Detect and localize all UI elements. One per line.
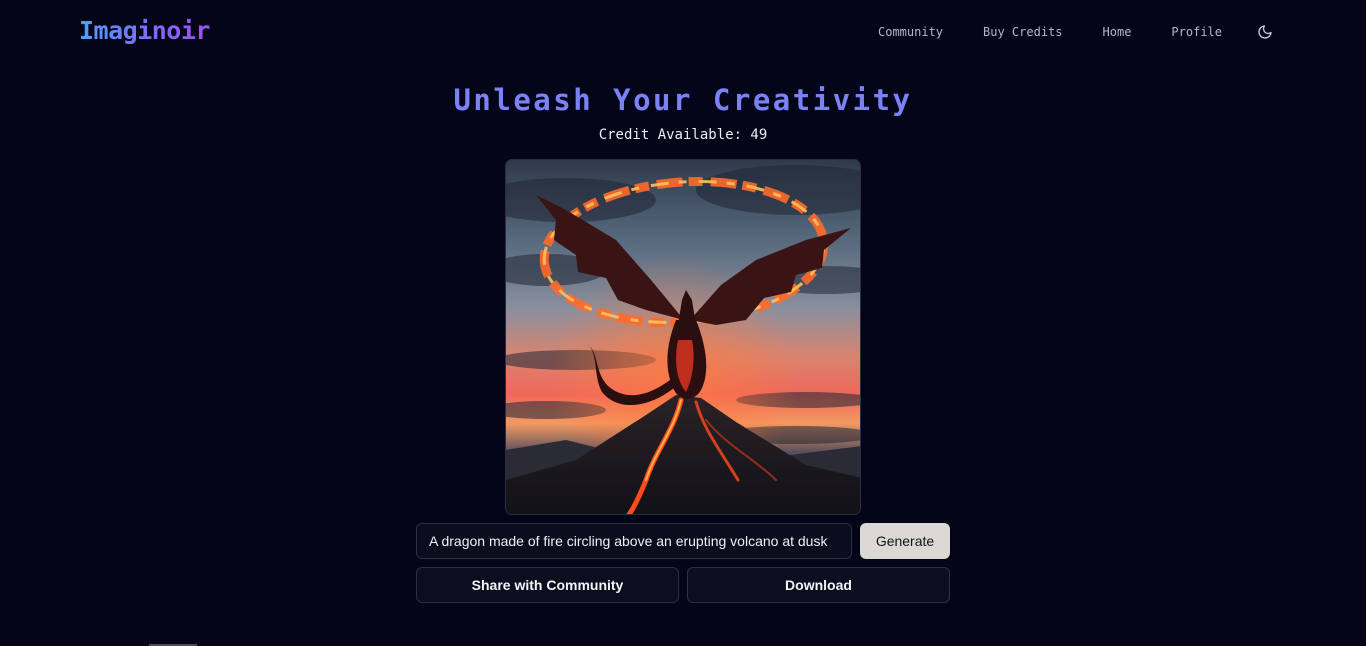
- download-button[interactable]: Download: [687, 567, 950, 603]
- dragon-volcano-illustration: [506, 160, 860, 514]
- nav-link-community[interactable]: Community: [878, 22, 943, 42]
- action-row: Share with Community Download: [416, 567, 950, 603]
- generate-button[interactable]: Generate: [860, 523, 950, 559]
- main-nav: Community Buy Credits Home Profile: [878, 22, 1274, 42]
- credit-counter: Credit Available: 49: [598, 127, 768, 143]
- theme-toggle-button[interactable]: [1256, 22, 1274, 42]
- nav-link-profile[interactable]: Profile: [1171, 22, 1222, 42]
- nav-link-buy-credits[interactable]: Buy Credits: [983, 22, 1062, 42]
- prompt-input[interactable]: [416, 523, 852, 559]
- share-with-community-button[interactable]: Share with Community: [416, 567, 679, 603]
- nav-link-home[interactable]: Home: [1103, 22, 1132, 42]
- app-logo[interactable]: Imaginoir: [79, 14, 210, 48]
- moon-icon: [1258, 25, 1272, 39]
- prompt-row: Generate: [416, 523, 950, 559]
- top-navbar: Imaginoir Community Buy Credits Home Pro…: [0, 0, 1366, 64]
- generated-image: [505, 159, 861, 515]
- page-title: Unleash Your Creativity: [453, 83, 913, 117]
